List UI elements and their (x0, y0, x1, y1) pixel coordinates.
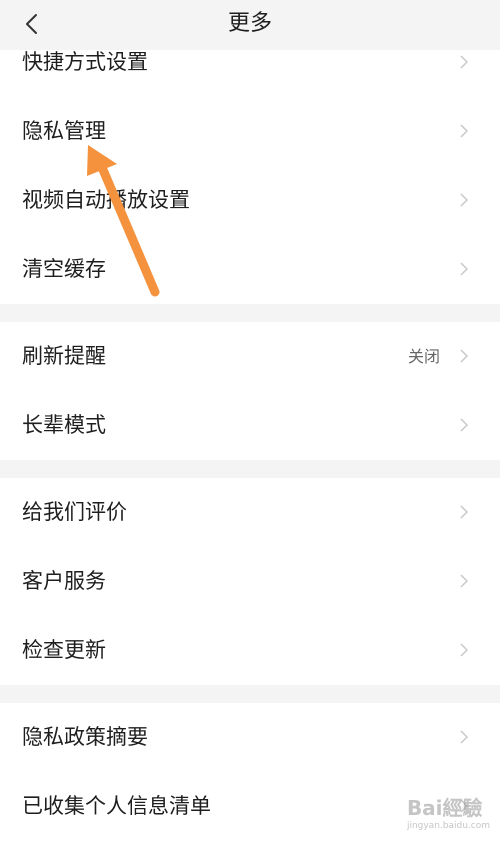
list-item-privacy-management[interactable]: 隐私管理 (0, 97, 500, 166)
section-divider (0, 460, 500, 478)
baidu-jingyan-watermark: Bai經驗 jingyan.baidu.com (406, 796, 490, 831)
chevron-right-icon (460, 505, 468, 519)
list-item-label: 已收集个人信息清单 (22, 794, 211, 818)
section-divider (0, 304, 500, 322)
list-item-label: 长辈模式 (22, 413, 106, 437)
chevron-right-icon (460, 193, 468, 207)
chevron-right-icon (460, 262, 468, 276)
list-item-refresh-reminder[interactable]: 刷新提醒 关闭 (0, 322, 500, 391)
list-item-label: 客户服务 (22, 569, 106, 593)
list-item-privacy-policy-summary[interactable]: 隐私政策摘要 (0, 703, 500, 772)
list-item-label: 给我们评价 (22, 500, 127, 524)
list-item-video-autoplay[interactable]: 视频自动播放设置 (0, 166, 500, 235)
page-title: 更多 (227, 11, 272, 36)
chevron-right-icon (460, 124, 468, 138)
chevron-right-icon (460, 349, 468, 363)
settings-group-support: 给我们评价 客户服务 检查更新 (0, 478, 500, 685)
list-item-customer-service[interactable]: 客户服务 (0, 547, 500, 616)
list-item-label: 视频自动播放设置 (22, 188, 190, 212)
settings-list: 快捷方式设置 隐私管理 视频自动播放设置 清空缓存 刷新提醒 关闭 长辈模式 给… (0, 28, 500, 841)
list-item-label: 检查更新 (22, 638, 106, 662)
list-item-label: 清空缓存 (22, 257, 106, 281)
list-item-clear-cache[interactable]: 清空缓存 (0, 235, 500, 304)
refresh-reminder-value: 关闭 (407, 347, 440, 366)
settings-group-display: 刷新提醒 关闭 长辈模式 (0, 322, 500, 460)
chevron-right-icon (460, 643, 468, 657)
list-item-check-update[interactable]: 检查更新 (0, 616, 500, 685)
list-item-rate-us[interactable]: 给我们评价 (0, 478, 500, 547)
section-divider (0, 685, 500, 703)
chevron-right-icon (460, 574, 468, 588)
list-item-elder-mode[interactable]: 长辈模式 (0, 391, 500, 460)
list-item-label: 刷新提醒 (22, 344, 106, 368)
list-item-label: 隐私管理 (22, 119, 106, 143)
chevron-right-icon (460, 730, 468, 744)
list-item-label: 隐私政策摘要 (22, 725, 148, 749)
chevron-right-icon (460, 418, 468, 432)
top-bar: 更多 (0, 0, 500, 50)
chevron-right-icon (460, 55, 468, 69)
settings-group-general: 快捷方式设置 隐私管理 视频自动播放设置 清空缓存 (0, 28, 500, 304)
